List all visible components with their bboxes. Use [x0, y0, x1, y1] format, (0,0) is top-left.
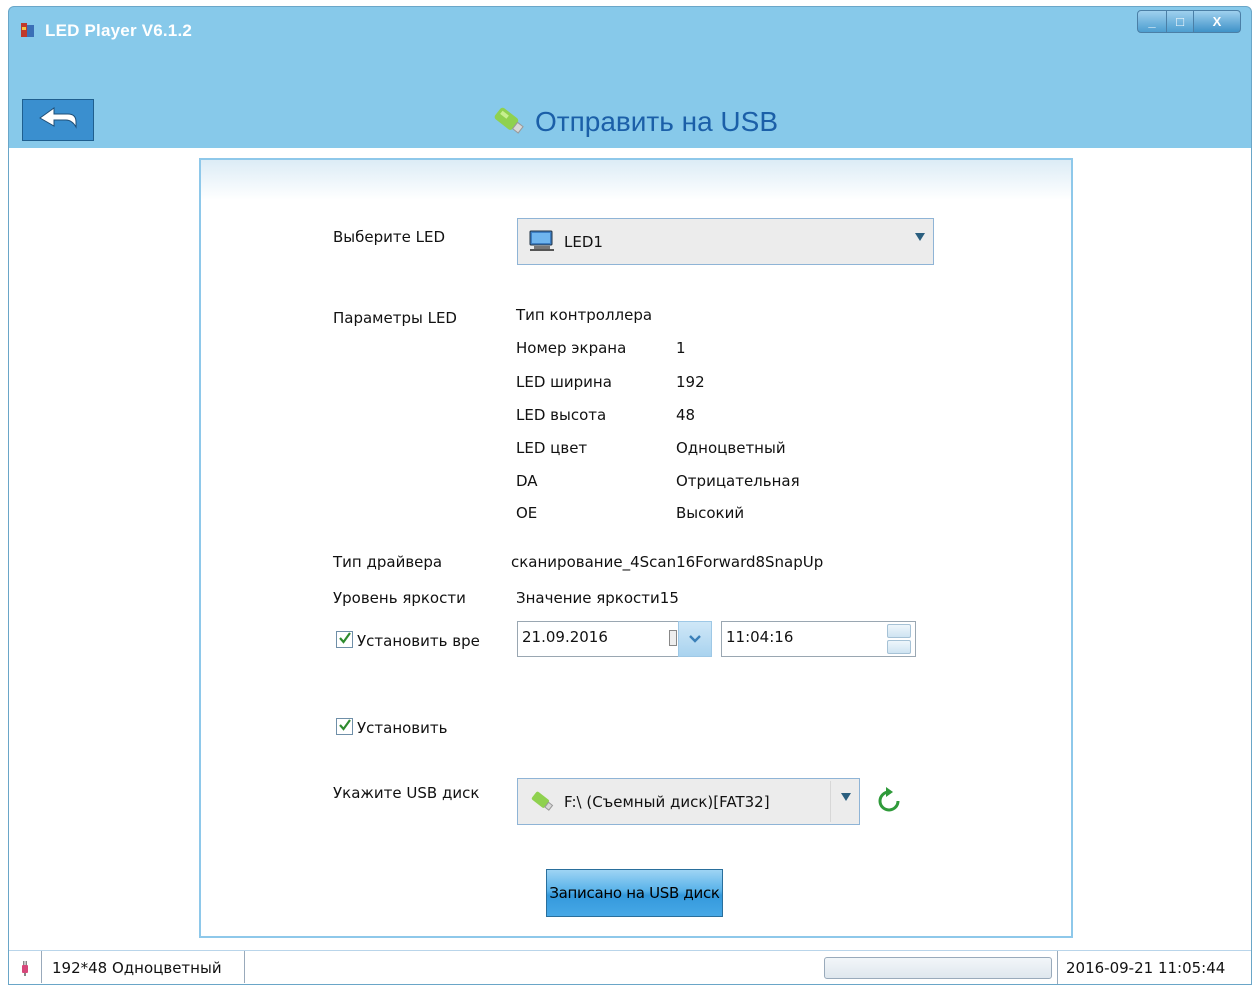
date-input-edge: [669, 630, 677, 646]
driver-type-value: сканирование_4Scan16Forward8SnapUp: [511, 553, 824, 571]
usb-select-value: F:\ (Съемный диск)[FAT32]: [564, 793, 770, 811]
param-name: DA: [516, 472, 538, 490]
calendar-icon: [688, 630, 702, 648]
refresh-button[interactable]: [873, 785, 905, 817]
progress-bar: [824, 957, 1052, 979]
calendar-dropdown-button[interactable]: [678, 621, 712, 657]
led-select-value: LED1: [564, 233, 603, 251]
param-name: LED цвет: [516, 439, 588, 457]
time-spinner[interactable]: [887, 624, 911, 654]
dropdown-divider: [830, 781, 831, 822]
param-value: Высокий: [676, 504, 745, 522]
select-led-label: Выберите LED: [333, 228, 446, 246]
chevron-down-icon[interactable]: [915, 233, 925, 241]
minimize-button[interactable]: _: [1137, 10, 1167, 33]
monitor-icon: [528, 229, 556, 257]
chevron-down-icon[interactable]: [841, 793, 851, 801]
title-bar[interactable]: LED Player V6.1.2 _ □ X: [9, 7, 1251, 55]
usb-disk-label: Укажите USB диск: [333, 784, 480, 802]
time-down-button[interactable]: [887, 640, 911, 654]
param-name: OE: [516, 504, 538, 522]
screen-info: 192*48 Одноцветный: [41, 951, 245, 983]
driver-type-label: Тип драйвера: [333, 553, 443, 571]
led-select[interactable]: LED1: [517, 218, 934, 265]
param-value: Отрицательная: [676, 472, 800, 490]
param-value: 48: [676, 406, 696, 424]
usb-settings-panel: Выберите LED LED1 Параметры LED Тип конт…: [199, 158, 1073, 938]
param-name: Номер экрана: [516, 339, 627, 357]
checkmark-icon: [338, 631, 352, 649]
param-value: Одноцветный: [676, 439, 786, 457]
content-area: Выберите LED LED1 Параметры LED Тип конт…: [9, 148, 1251, 984]
brightness-label: Уровень яркости: [333, 589, 466, 607]
param-name: LED высота: [516, 406, 607, 424]
status-datetime: 2016-09-21 11:05:44: [1057, 951, 1225, 984]
led-params-label: Параметры LED: [333, 309, 457, 327]
plug-icon: [19, 960, 31, 980]
led-player-icon: [19, 21, 37, 39]
param-name: LED ширина: [516, 373, 612, 391]
close-button[interactable]: X: [1194, 10, 1241, 33]
usb-stick-icon: [528, 789, 556, 817]
back-button[interactable]: [22, 99, 94, 141]
app-window: LED Player V6.1.2 _ □ X Отправить на USB: [8, 6, 1252, 985]
set-time-checkbox[interactable]: [336, 631, 353, 648]
param-name: Тип контроллера: [516, 306, 653, 324]
page-header: Отправить на USB: [489, 103, 778, 141]
status-bar: 192*48 Одноцветный 2016-09-21 11:05:44: [9, 950, 1251, 984]
usb-disk-select[interactable]: F:\ (Съемный диск)[FAT32]: [517, 778, 860, 825]
checkmark-icon: [338, 718, 352, 736]
set-label: Установить: [357, 719, 448, 737]
set-checkbox[interactable]: [336, 718, 353, 735]
page-title: Отправить на USB: [535, 106, 779, 137]
time-up-button[interactable]: [887, 624, 911, 638]
window-title: LED Player V6.1.2: [45, 21, 193, 40]
param-value: 1: [676, 339, 686, 357]
write-to-usb-button[interactable]: Записано на USB диск: [546, 869, 723, 917]
set-time-label: Установить вре: [357, 632, 480, 650]
window-controls: _ □ X: [1137, 10, 1241, 33]
date-input[interactable]: 21.09.2016: [517, 621, 679, 657]
maximize-button[interactable]: □: [1167, 10, 1194, 33]
refresh-icon: [873, 787, 905, 821]
brightness-value: Значение яркости15: [516, 589, 679, 607]
back-arrow-icon: [36, 105, 80, 135]
usb-stick-icon: [489, 103, 527, 141]
param-value: 192: [676, 373, 705, 391]
